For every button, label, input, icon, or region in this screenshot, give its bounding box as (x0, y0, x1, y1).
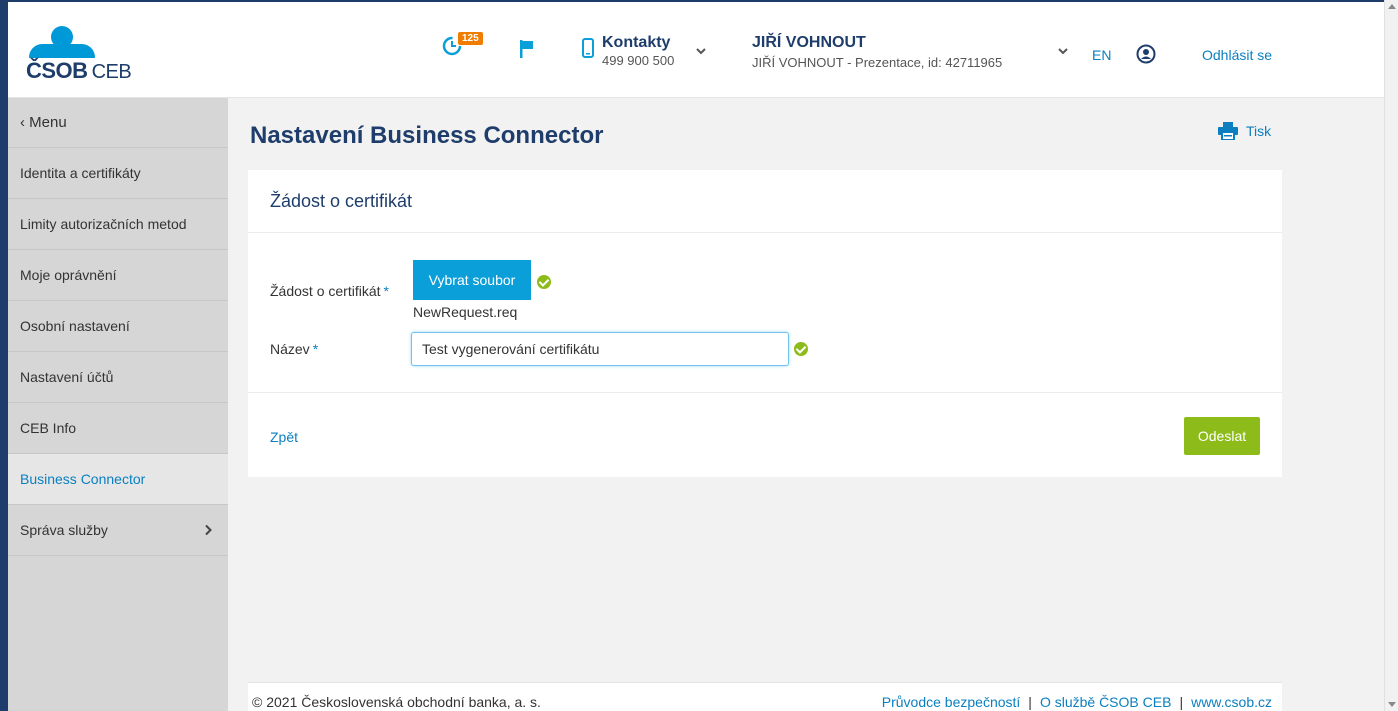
check-circle-icon (537, 275, 551, 289)
scroll-down-arrow-icon[interactable] (1388, 702, 1396, 707)
contacts-phone: 499 900 500 (602, 53, 675, 68)
phone-icon[interactable] (582, 38, 594, 58)
chevron-down-icon[interactable] (696, 48, 706, 55)
request-label-text: Žádost o certifikát (270, 283, 381, 299)
page-footer: © 2021 Československá obchodní banka, a.… (248, 682, 1282, 711)
logo-text: ČSOB CEB (26, 58, 132, 84)
user-circle-icon[interactable] (1136, 44, 1156, 64)
sidebar-item-account-settings[interactable]: Nastavení účtů (8, 352, 228, 403)
sidebar-item-limits[interactable]: Limity autorizačních metod (8, 199, 228, 250)
logout-link[interactable]: Odhlásit se (1202, 47, 1272, 63)
vertical-scrollbar[interactable] (1384, 0, 1398, 711)
footer-separator: | (1179, 694, 1184, 710)
print-label: Tisk (1246, 123, 1272, 139)
user-name: JIŘÍ VOHNOUT (752, 34, 866, 51)
chevron-down-icon[interactable] (1058, 48, 1068, 55)
logo-person-body (29, 44, 95, 58)
selected-filename: NewRequest.req (413, 304, 518, 320)
user-detail: JIŘÍ VOHNOUT - Prezentace, id: 42711965 (752, 55, 1003, 70)
certificate-name-input[interactable] (411, 332, 789, 366)
notifications-badge[interactable]: 125 (458, 32, 483, 45)
copyright-text: © 2021 Československá obchodní banka, a.… (252, 694, 541, 710)
sidebar-item-identity[interactable]: Identita a certifikáty (8, 148, 228, 199)
sidebar-item-permissions[interactable]: Moje oprávnění (8, 250, 228, 301)
contacts-dropdown[interactable]: Kontakty 499 900 500 (602, 34, 674, 68)
submit-button[interactable]: Odeslat (1184, 417, 1260, 455)
sidebar-item-ceb-info[interactable]: CEB Info (8, 403, 228, 454)
sidebar-item-business-connector[interactable]: Business Connector (8, 454, 228, 505)
footer-separator: | (1028, 694, 1032, 710)
logo-main-text: ČSOB (26, 58, 88, 83)
sidebar-nav: ‹ Menu Identita a certifikáty Limity aut… (8, 98, 228, 711)
required-mark: * (312, 341, 319, 357)
chevron-right-icon (205, 524, 212, 536)
card-title: Žádost o certifikát (248, 170, 1282, 233)
name-label-text: Název (270, 341, 310, 357)
top-header: ČSOB CEB 125 Kontakty 499 900 500 JIŘÍ VO… (8, 2, 1384, 98)
print-button[interactable]: Tisk (1218, 122, 1271, 140)
contacts-title: Kontakty (602, 34, 671, 51)
sidebar-item-personal-settings[interactable]: Osobní nastavení (8, 301, 228, 352)
required-mark: * (383, 283, 389, 299)
flag-icon[interactable] (520, 40, 534, 58)
csob-website-link[interactable]: www.csob.cz (1191, 694, 1272, 710)
main-content: Nastavení Business Connector Tisk Žádost… (228, 98, 1384, 711)
window-frame-left (0, 0, 8, 711)
sidebar-menu-toggle[interactable]: ‹ Menu (8, 98, 228, 148)
csob-ceb-logo[interactable]: ČSOB CEB (26, 26, 132, 83)
sidebar-item-service-management[interactable]: Správa služby (8, 505, 228, 556)
security-guide-link[interactable]: Průvodce bezpečností (882, 694, 1021, 710)
page-title: Nastavení Business Connector (250, 122, 604, 149)
about-service-link[interactable]: O službě ČSOB CEB (1040, 694, 1172, 710)
user-dropdown[interactable]: JIŘÍ VOHNOUT JIŘÍ VOHNOUT - Prezentace, … (752, 34, 1002, 70)
language-switch[interactable]: EN (1092, 47, 1111, 63)
scroll-up-arrow-icon[interactable] (1388, 4, 1396, 9)
back-link[interactable]: Zpět (270, 429, 298, 445)
request-field-label: Žádost o certifikát * (270, 283, 389, 299)
printer-icon (1218, 122, 1238, 140)
certificate-request-card: Žádost o certifikát Žádost o certifikát *… (248, 170, 1282, 477)
footer-links: Průvodce bezpečností | O službě ČSOB CEB | w… (882, 694, 1272, 710)
check-circle-icon (794, 342, 808, 356)
choose-file-button[interactable]: Vybrat soubor (413, 260, 531, 300)
sidebar-item-label: Správa služby (20, 522, 108, 538)
name-field-label: Název * (270, 341, 318, 357)
logo-sub-text: CEB (91, 61, 132, 83)
card-footer: Zpět Odeslat (248, 392, 1282, 477)
